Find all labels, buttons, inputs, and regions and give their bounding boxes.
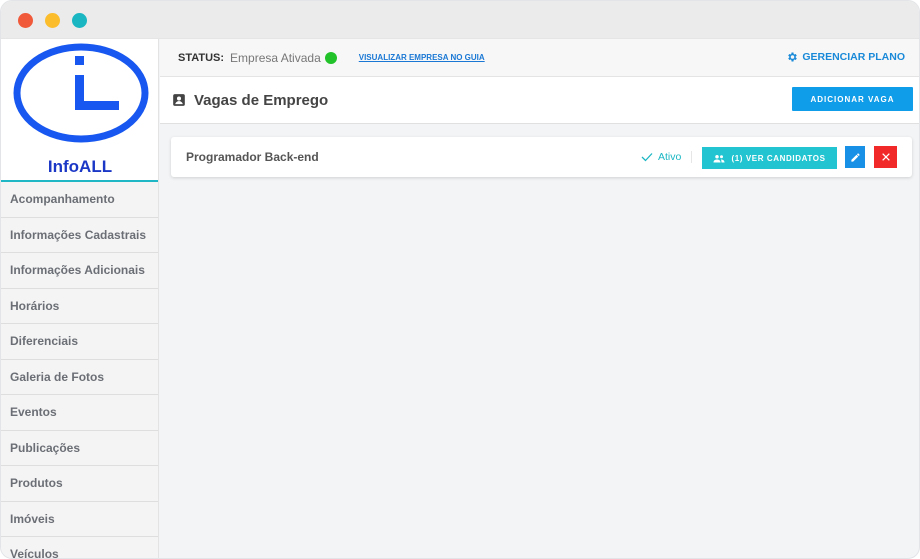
sidebar: InfoALL Acompanhamento Informações Cadas…	[1, 39, 159, 558]
divider	[691, 151, 692, 163]
close-window-button[interactable]	[18, 13, 33, 28]
delete-job-button[interactable]	[874, 146, 897, 168]
sidebar-item-produtos[interactable]: Produtos	[1, 466, 158, 502]
main-content: STATUS: Empresa Ativada VISUALIZAR EMPRE…	[160, 39, 919, 558]
view-candidates-button[interactable]: (1) VER CANDIDATOS	[702, 147, 837, 169]
sidebar-item-publicacoes[interactable]: Publicações	[1, 431, 158, 466]
people-icon	[713, 154, 725, 162]
app-window: InfoALL Acompanhamento Informações Cadas…	[0, 0, 920, 559]
info-logo-icon	[13, 43, 149, 143]
status-bar: STATUS: Empresa Ativada VISUALIZAR EMPRE…	[160, 39, 919, 77]
job-status: Ativo	[641, 137, 681, 177]
status-label: STATUS:	[178, 51, 225, 64]
sidebar-item-imoveis[interactable]: Imóveis	[1, 502, 158, 537]
sidebar-item-galeria-de-fotos[interactable]: Galeria de Fotos	[1, 360, 158, 395]
sidebar-item-informacoes-adicionais[interactable]: Informações Adicionais	[1, 253, 158, 289]
sidebar-nav: Acompanhamento Informações Cadastrais In…	[1, 182, 158, 558]
sidebar-item-veiculos[interactable]: Veículos	[1, 537, 158, 558]
add-job-button[interactable]: ADICIONAR VAGA	[792, 87, 913, 111]
sidebar-item-acompanhamento[interactable]: Acompanhamento	[1, 182, 158, 218]
view-company-link[interactable]: VISUALIZAR EMPRESA NO GUIA	[359, 53, 485, 62]
manage-plan-button[interactable]: GERENCIAR PLANO	[786, 51, 905, 63]
status-value: Empresa Ativada	[230, 50, 321, 65]
page-title: Vagas de Emprego	[194, 91, 329, 109]
sidebar-item-horarios[interactable]: Horários	[1, 289, 158, 324]
page-header: Vagas de Emprego ADICIONAR VAGA	[160, 77, 919, 124]
job-card: Programador Back-end Ativo (1) VER CANDI…	[171, 137, 912, 177]
title-bar	[1, 1, 919, 39]
brand-name: InfoALL	[47, 157, 113, 176]
minimize-window-button[interactable]	[45, 13, 60, 28]
gear-icon	[788, 52, 798, 62]
check-icon	[641, 153, 653, 162]
sidebar-item-eventos[interactable]: Eventos	[1, 395, 158, 431]
pencil-icon	[850, 152, 860, 162]
sidebar-item-informacoes-cadastrais[interactable]: Informações Cadastrais	[1, 218, 158, 253]
sidebar-item-diferenciais[interactable]: Diferenciais	[1, 324, 158, 360]
maximize-window-button[interactable]	[72, 13, 87, 28]
edit-job-button[interactable]	[845, 146, 865, 168]
close-icon	[881, 153, 890, 161]
job-title: Programador Back-end	[186, 150, 319, 164]
status-indicator-dot	[324, 51, 337, 64]
manage-plan-label: GERENCIAR PLANO	[802, 51, 905, 63]
brand-block: InfoALL	[1, 39, 158, 182]
view-candidates-label: (1) VER CANDIDATOS	[731, 153, 826, 163]
job-status-label: Ativo	[658, 151, 682, 163]
contact-card-icon	[173, 94, 185, 106]
